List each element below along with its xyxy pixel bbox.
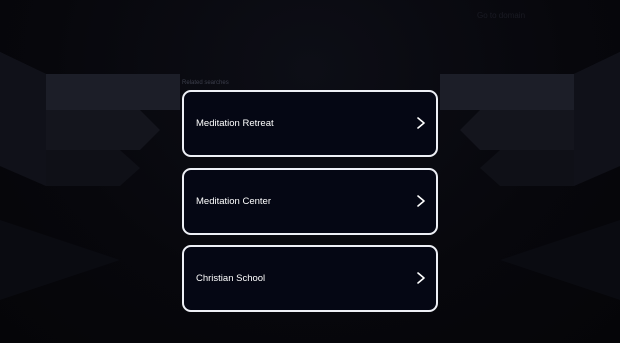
- related-searches-heading: Related searches: [182, 80, 229, 86]
- go-to-domain-link[interactable]: Go to domain: [477, 11, 525, 20]
- related-search-label: Meditation Center: [196, 196, 271, 207]
- parked-domain-page: Go to domain Related searches Meditation…: [0, 0, 620, 343]
- chevron-right-icon: [417, 272, 425, 284]
- related-search-meditation-center[interactable]: Meditation Center: [182, 168, 438, 235]
- related-search-label: Christian School: [196, 273, 266, 284]
- related-search-meditation-retreat[interactable]: Meditation Retreat: [182, 90, 438, 157]
- chevron-right-icon: [417, 195, 425, 207]
- related-search-label: Meditation Retreat: [196, 118, 274, 129]
- related-search-christian-school[interactable]: Christian School: [182, 245, 438, 312]
- chevron-right-icon: [417, 117, 425, 129]
